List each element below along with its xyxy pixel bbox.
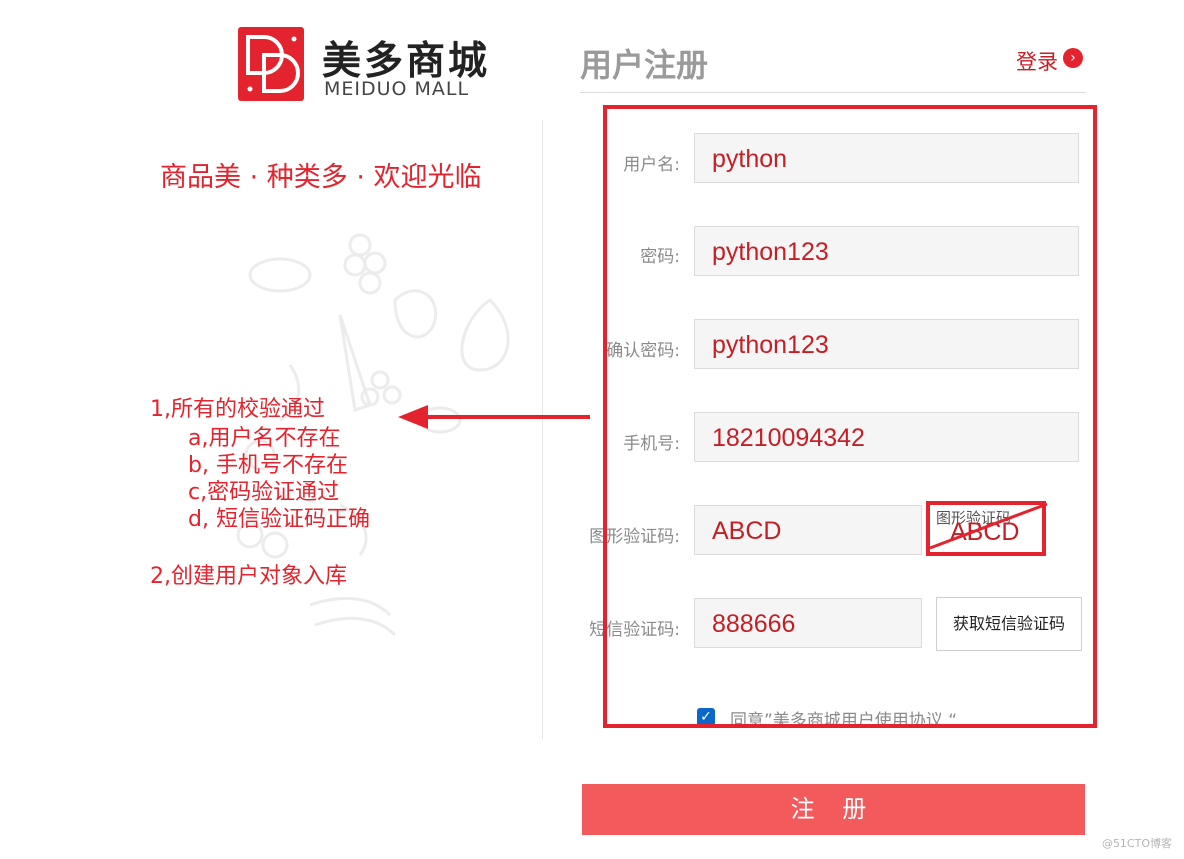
mobile-label: 手机号:	[623, 434, 680, 454]
login-link[interactable]: 登录	[1016, 46, 1058, 76]
annotation-item: c,密码验证通过	[188, 480, 340, 505]
username-label: 用户名:	[623, 155, 680, 175]
source-watermark: @51CTO博客	[1101, 837, 1172, 850]
annotation-item: b, 手机号不存在	[188, 453, 348, 478]
dd-logo-icon	[246, 35, 300, 93]
sms-code-label: 短信验证码:	[589, 620, 680, 640]
brand-name-en: MEIDUO MALL	[324, 78, 470, 100]
page-title: 用户注册	[580, 46, 709, 84]
title-divider	[580, 92, 1086, 93]
arrow-right-icon[interactable]: ›	[1063, 48, 1083, 68]
annotation-line-1: 1,所有的校验通过	[150, 397, 325, 422]
password-label: 密码:	[640, 247, 680, 267]
password2-label: 确认密码:	[606, 341, 680, 361]
register-submit-button[interactable]: 注 册	[582, 784, 1085, 835]
annotation-line-2: 2,创建用户对象入库	[150, 564, 347, 589]
form-annotation-frame	[603, 105, 1097, 728]
annotation-arrow-icon	[398, 405, 590, 429]
brand-logo	[238, 27, 304, 101]
image-code-label: 图形验证码:	[589, 527, 680, 547]
